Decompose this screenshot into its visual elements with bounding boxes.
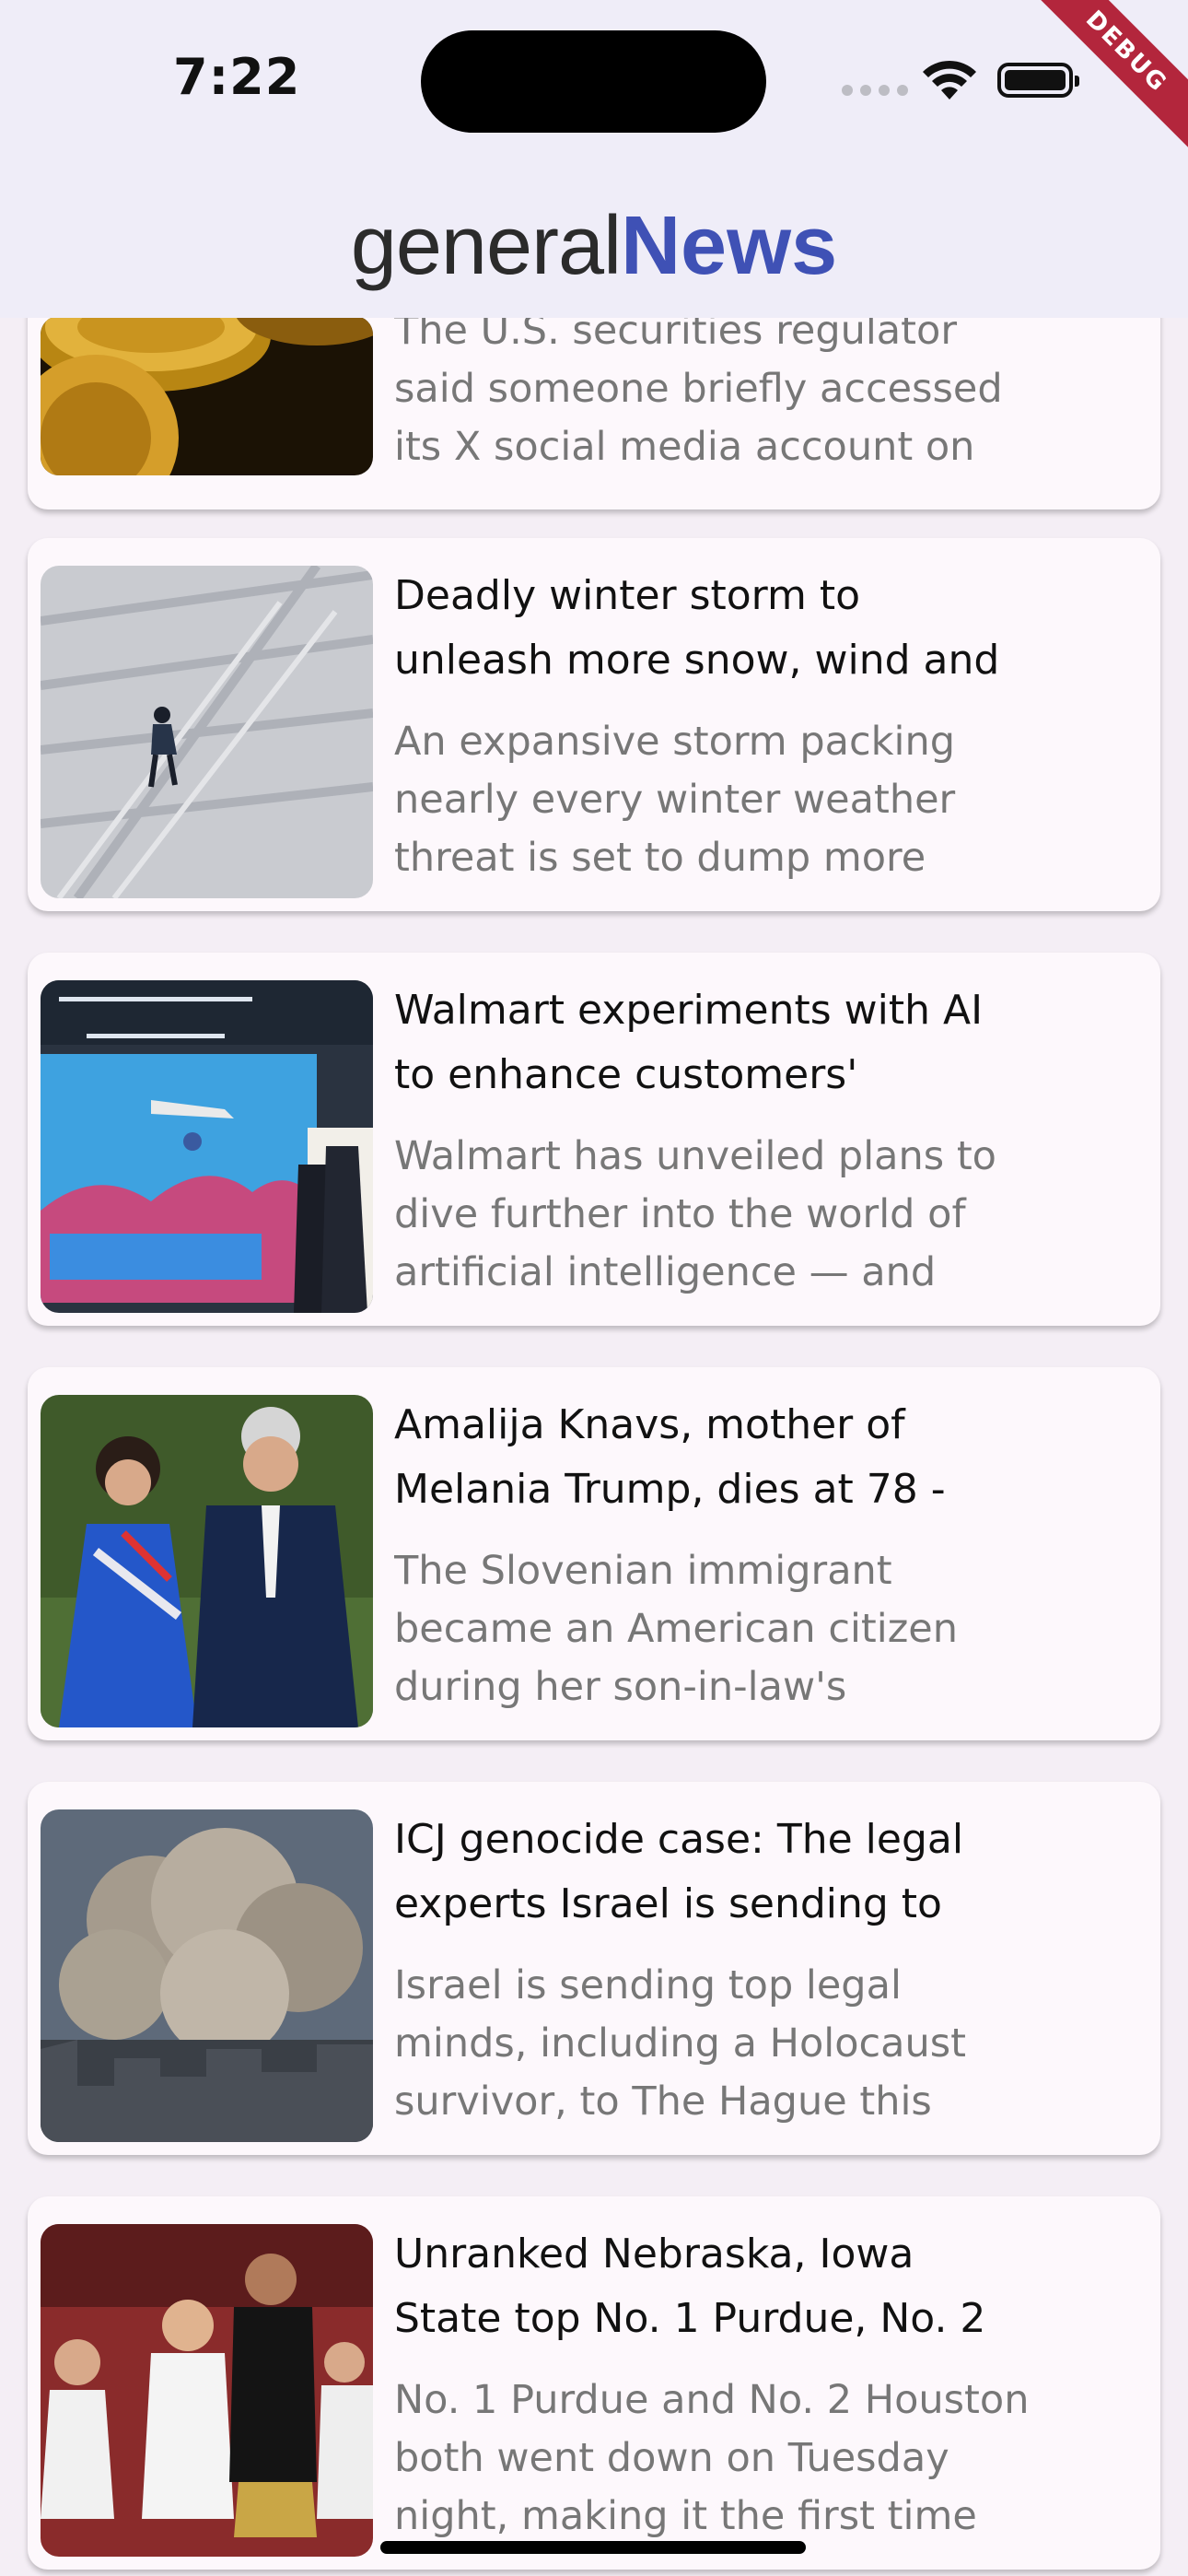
battery-icon — [997, 63, 1079, 98]
melania-trump-photo — [41, 1395, 373, 1727]
status-time: 7:22 — [173, 48, 301, 106]
article-description: Walmart has unveiled plans to dive furth… — [394, 1133, 996, 1295]
home-indicator[interactable] — [380, 2541, 806, 2554]
article-title: Amalija Knavs, mother of Melania Trump, … — [394, 1401, 946, 1513]
article-description: An expansive storm packing nearly every … — [394, 719, 956, 881]
bitcoin-coins-image — [41, 316, 373, 475]
article-title: Walmart experiments with AI to enhance c… — [394, 987, 984, 1098]
article-description: No. 1 Purdue and No. 2 Houston both went… — [394, 2377, 1030, 2539]
news-list[interactable]: The U.S. securities regulator said someo… — [0, 0, 1188, 2576]
basketball-game-image — [41, 2224, 373, 2557]
news-card[interactable]: Unranked Nebraska, Iowa State top No. 1 … — [28, 2196, 1160, 2570]
app-bar: 7:22 generalNews — [0, 0, 1188, 318]
article-title: Unranked Nebraska, Iowa State top No. 1 … — [394, 2231, 986, 2342]
news-card[interactable]: Deadly winter storm to unleash more snow… — [28, 538, 1160, 911]
news-card[interactable]: ICJ genocide case: The legal experts Isr… — [28, 1782, 1160, 2155]
cellular-signal-icon — [842, 85, 908, 98]
news-card[interactable]: Walmart experiments with AI to enhance c… — [28, 953, 1160, 1326]
article-description: The U.S. securities regulator said someo… — [394, 308, 1003, 470]
news-card[interactable]: Amalija Knavs, mother of Melania Trump, … — [28, 1367, 1160, 1740]
wifi-icon — [923, 60, 976, 100]
article-title: ICJ genocide case: The legal experts Isr… — [394, 1816, 964, 1927]
app-title: generalNews — [350, 200, 838, 292]
drone-presentation-image — [41, 980, 373, 1313]
article-description: The Slovenian immigrant became an Americ… — [394, 1548, 958, 1710]
dynamic-island — [421, 30, 766, 133]
snow-storm-image — [41, 566, 373, 898]
smoke-city-image — [41, 1809, 373, 2142]
article-description: Israel is sending top legal minds, inclu… — [394, 1962, 967, 2125]
article-title: Deadly winter storm to unleash more snow… — [394, 572, 1000, 684]
